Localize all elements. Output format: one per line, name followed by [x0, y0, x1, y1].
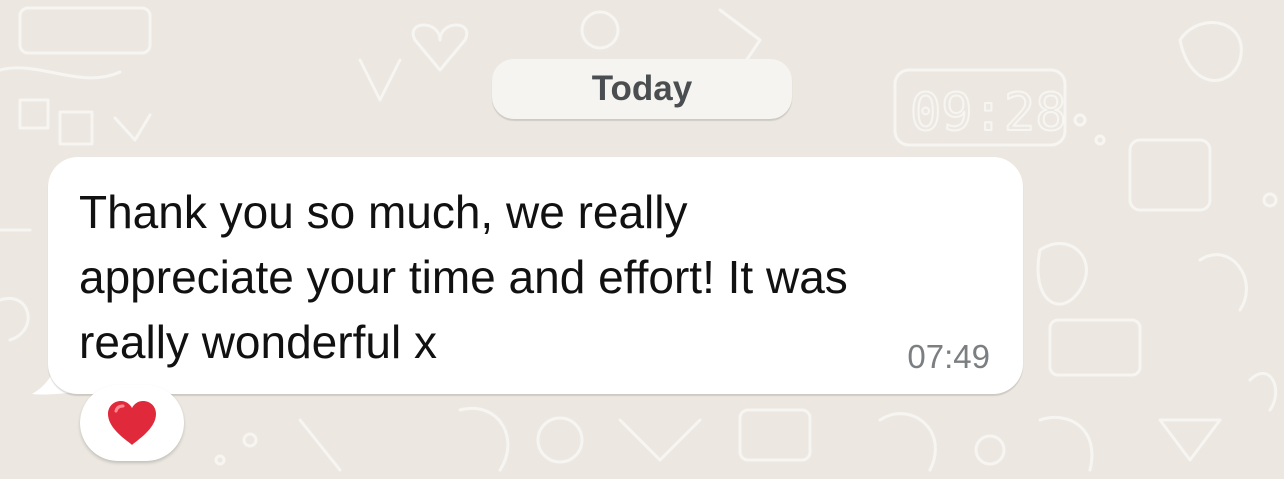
incoming-message[interactable]: Thank you so much, we really appreciate … [0, 0, 1284, 479]
red-heart-icon [108, 401, 156, 445]
message-timestamp: 07:49 [907, 338, 990, 375]
message-text: Thank you so much, we really appreciate … [79, 186, 848, 368]
reaction-badge[interactable] [80, 385, 184, 461]
